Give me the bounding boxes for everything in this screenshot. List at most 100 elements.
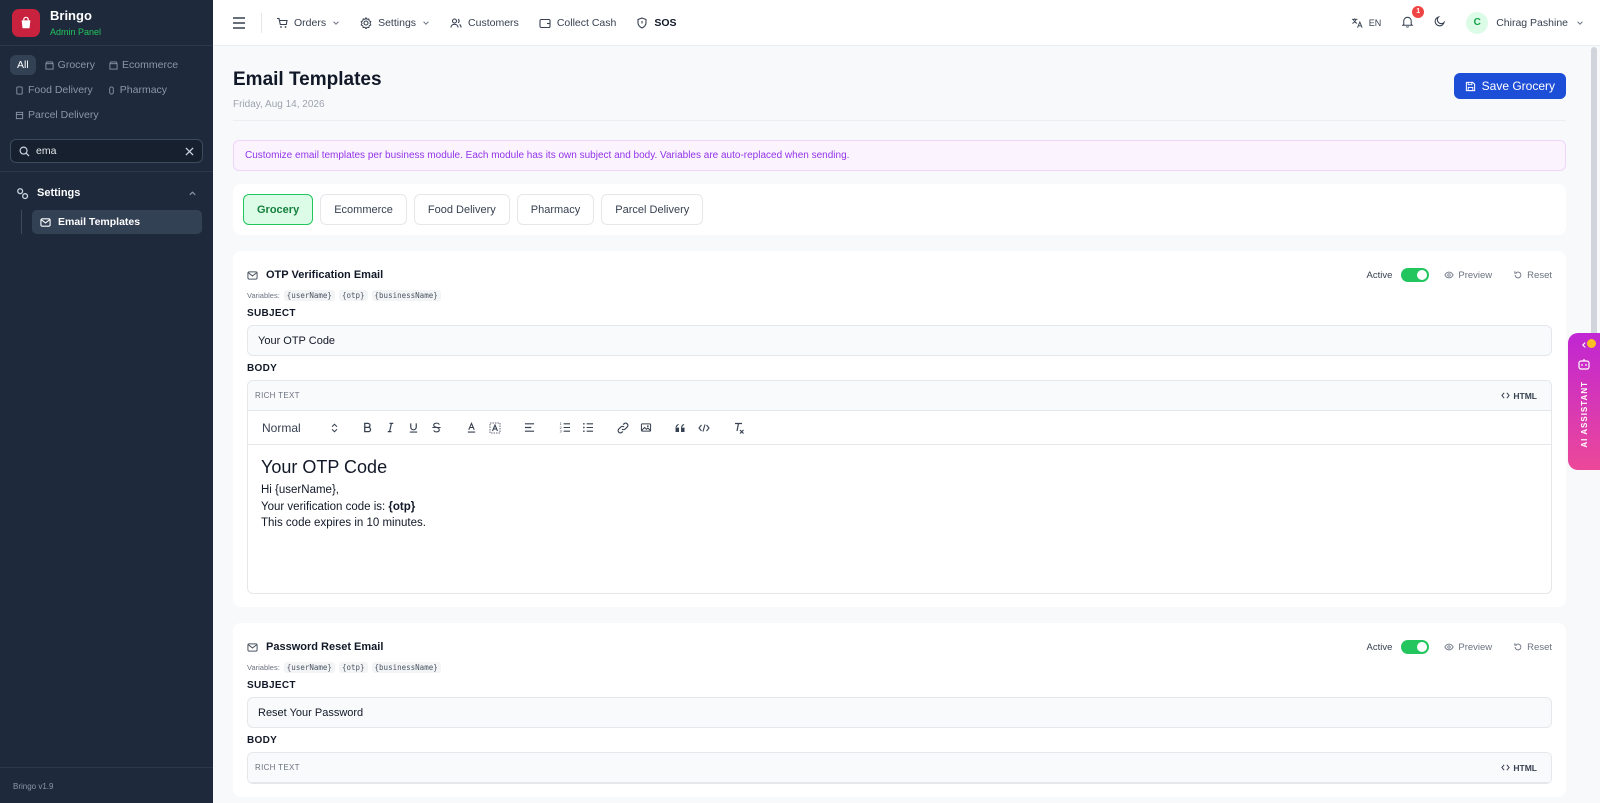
sidebar-divider xyxy=(0,171,213,172)
bold-icon[interactable] xyxy=(356,418,379,438)
sidebar-item-email-templates[interactable]: Email Templates xyxy=(32,210,202,234)
close-icon[interactable] xyxy=(185,146,194,156)
bullet-list-icon[interactable] xyxy=(576,418,599,438)
module-chip-all[interactable]: All xyxy=(10,55,36,75)
search-icon xyxy=(19,146,30,157)
variables-label: Variables: xyxy=(247,663,280,672)
subject-label: SUBJECT xyxy=(247,680,296,691)
html-mode-label: HTML xyxy=(1513,390,1537,401)
subject-input[interactable]: Reset Your Password xyxy=(247,697,1552,728)
nav-group-settings[interactable]: Settings xyxy=(0,182,213,204)
template-card: OTP Verification Email Active Preview Re… xyxy=(233,251,1566,607)
ordered-list-icon[interactable]: 123 xyxy=(553,418,576,438)
html-mode-button[interactable]: HTML xyxy=(1501,391,1537,401)
module-chip-label: Pharmacy xyxy=(119,84,168,96)
nav-sos[interactable]: SOS xyxy=(636,17,677,29)
rich-text-label: RICH TEXT xyxy=(255,763,300,772)
active-toggle[interactable] xyxy=(1401,268,1430,282)
ai-assistant-tab[interactable]: AI ASSISTANT xyxy=(1568,333,1600,470)
ai-assistant-label: AI ASSISTANT xyxy=(1579,381,1589,448)
link-icon[interactable] xyxy=(611,418,634,438)
variables-list: Variables: {userName} {otp} {businessNam… xyxy=(247,662,1552,673)
module-chip-grocery[interactable]: Grocery xyxy=(40,55,100,75)
text-color-icon[interactable] xyxy=(460,418,483,438)
italic-icon[interactable] xyxy=(379,418,402,438)
body-editor: RICH TEXT HTML Normal 1 2 3 Your OTP Cod… xyxy=(247,380,1552,594)
code-block-icon[interactable] xyxy=(692,418,715,438)
align-left-icon[interactable] xyxy=(518,418,541,438)
strikethrough-icon[interactable] xyxy=(425,418,448,438)
tab-grocery[interactable]: Grocery xyxy=(243,194,314,225)
mail-icon xyxy=(247,642,258,652)
menu-icon[interactable] xyxy=(229,13,249,33)
editor-toolbar: Normal 123 xyxy=(248,411,1551,445)
tab-pharmacy[interactable]: Pharmacy xyxy=(516,194,595,225)
body-label: BODY xyxy=(247,735,278,746)
translate-icon xyxy=(1351,17,1363,28)
app-version: Bringo v1.9 xyxy=(0,767,213,803)
user-menu[interactable]: C Chirag Pashine xyxy=(1466,11,1584,34)
save-button[interactable]: Save Grocery xyxy=(1453,73,1566,99)
image-icon[interactable] xyxy=(634,418,657,438)
page-date: Friday, Aug 14, 2026 xyxy=(233,99,325,110)
variables-list: Variables: {userName} {otp} {businessNam… xyxy=(247,290,1552,301)
main-content: Email Templates Friday, Aug 14, 2026 Sav… xyxy=(213,46,1586,803)
tab-food-delivery[interactable]: Food Delivery xyxy=(413,194,510,225)
mail-icon xyxy=(247,270,258,280)
reset-label: Reset xyxy=(1527,269,1552,281)
highlight-icon[interactable] xyxy=(483,418,506,438)
language-label: EN xyxy=(1368,17,1382,28)
top-nav: Orders Settings Customers Collect Cash S… xyxy=(276,16,677,29)
module-chip-food-delivery[interactable]: Food Delivery xyxy=(10,80,98,100)
preview-button[interactable]: Preview xyxy=(1444,270,1492,281)
subject-input[interactable]: Your OTP Code xyxy=(247,325,1552,356)
tab-parcel-delivery[interactable]: Parcel Delivery xyxy=(601,194,704,225)
active-toggle[interactable] xyxy=(1401,640,1430,654)
brand[interactable]: Bringo Admin Panel xyxy=(0,0,213,46)
sidebar-search[interactable] xyxy=(10,139,203,163)
module-chip-ecommerce[interactable]: Ecommerce xyxy=(104,55,183,75)
module-tabs: Grocery Ecommerce Food Delivery Pharmacy… xyxy=(233,184,1566,235)
clear-format-icon[interactable] xyxy=(727,418,750,438)
chevron-down-icon xyxy=(333,20,339,25)
reset-button[interactable]: Reset xyxy=(1513,270,1552,281)
template-card: Password Reset Email Active Preview Rese… xyxy=(233,623,1566,797)
language-switcher[interactable]: EN xyxy=(1351,17,1382,29)
eye-icon xyxy=(1444,271,1455,279)
preview-button[interactable]: Preview xyxy=(1444,642,1492,653)
mail-icon xyxy=(40,217,51,227)
reset-icon xyxy=(1514,643,1522,651)
format-select[interactable]: Normal xyxy=(262,421,338,435)
editor-content[interactable]: Your OTP Code Hi {userName}, Your verifi… xyxy=(248,445,1551,593)
blockquote-icon[interactable] xyxy=(669,418,692,438)
html-mode-button[interactable]: HTML xyxy=(1501,763,1537,773)
nav-settings[interactable]: Settings xyxy=(360,16,430,29)
theme-toggle[interactable] xyxy=(1434,15,1446,30)
chevron-down-icon xyxy=(423,20,429,25)
template-title: Password Reset Email xyxy=(266,641,384,653)
subject-label: SUBJECT xyxy=(247,308,296,319)
tab-ecommerce[interactable]: Ecommerce xyxy=(320,194,407,225)
notifications-button[interactable]: 1 xyxy=(1401,5,1425,31)
robot-icon xyxy=(1578,359,1590,370)
reset-icon xyxy=(1514,271,1522,279)
module-chip-pharmacy[interactable]: Pharmacy xyxy=(102,80,172,100)
nav-collect-cash[interactable]: Collect Cash xyxy=(539,17,616,29)
chevron-down-icon xyxy=(1577,20,1583,25)
module-chip-parcel-delivery[interactable]: Parcel Delivery xyxy=(10,105,104,125)
underline-icon[interactable] xyxy=(402,418,425,438)
code-icon xyxy=(1501,764,1511,771)
nav-customers[interactable]: Customers xyxy=(450,17,519,29)
svg-text:3: 3 xyxy=(559,430,562,433)
sidebar-search-input[interactable] xyxy=(36,145,179,157)
module-chip-label: Parcel Delivery xyxy=(28,109,99,121)
nav-subitems: Email Templates xyxy=(21,210,213,234)
nav-orders[interactable]: Orders xyxy=(276,17,340,29)
reset-button[interactable]: Reset xyxy=(1513,642,1552,653)
variable-chip: {otp} xyxy=(338,662,368,673)
variables-label: Variables: xyxy=(247,291,280,300)
active-label: Active xyxy=(1366,641,1393,653)
brand-name: Bringo xyxy=(50,8,92,23)
eye-icon xyxy=(1444,643,1455,651)
scrollbar[interactable] xyxy=(1591,47,1597,337)
